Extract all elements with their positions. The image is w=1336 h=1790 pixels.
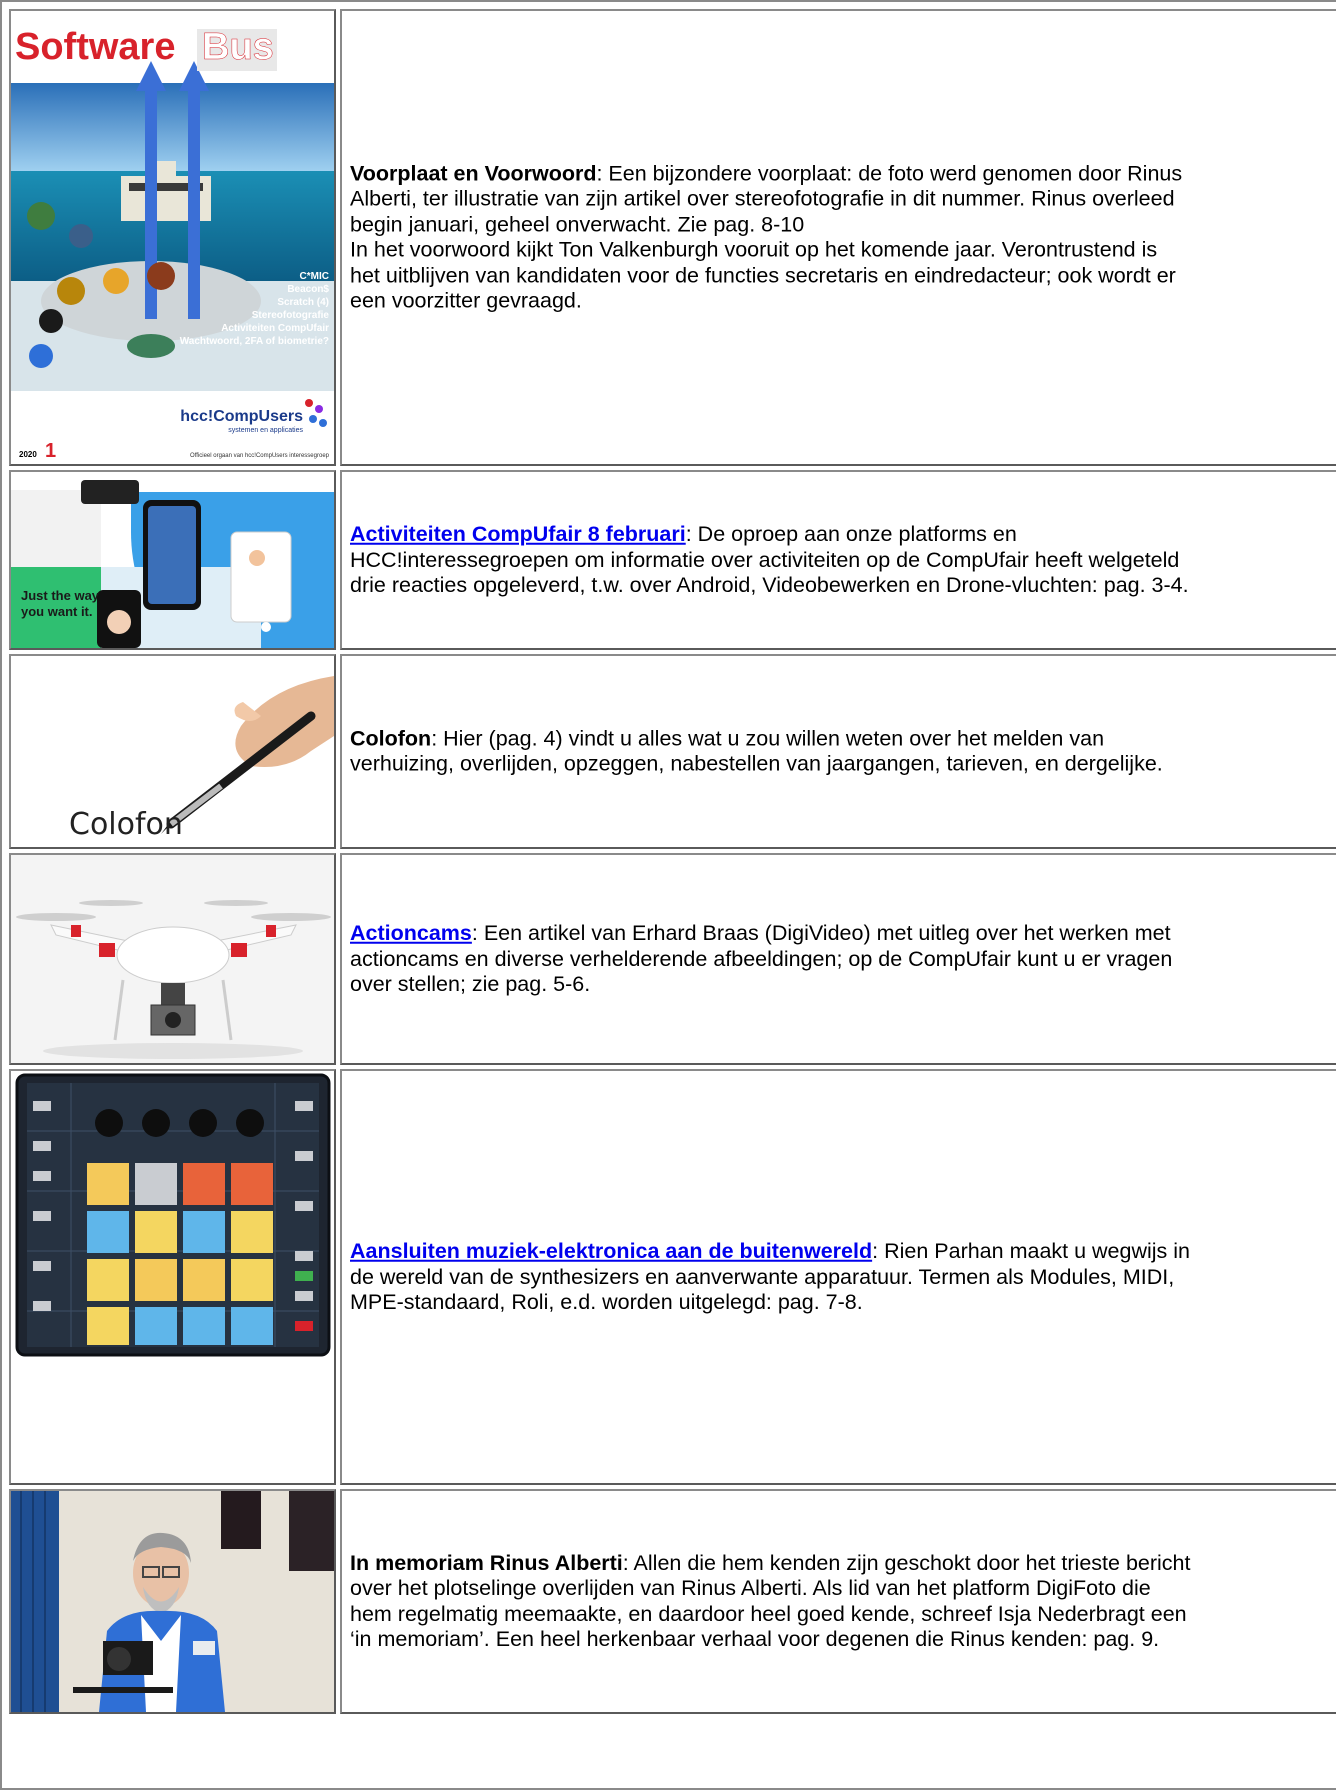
article-text-line: over het plotselinge overlijden van Rinu… [350, 1576, 1151, 1600]
table-row: In memoriam Rinus Alberti: Allen die hem… [9, 1489, 1336, 1714]
article-text-line: HCC!interessegroepen om informatie over … [350, 547, 1180, 572]
article-text-line: de wereld van de synthesizers en aanverw… [350, 1264, 1175, 1289]
cover-title-bus: Bus [202, 26, 274, 68]
article-title: Voorplaat en Voorwoord [350, 161, 597, 185]
table-row: Aansluiten muziek-elektronica aan de bui… [9, 1069, 1336, 1485]
articles-table: Software Bus C*MIC Beacon$ Scratch (4) S… [0, 0, 1336, 1790]
cover-topic: Beacon$ [287, 284, 329, 295]
synth-controller-image [11, 1071, 334, 1483]
cover-logo: hcc!CompUsers [180, 408, 303, 425]
article-description: Aansluiten muziek-elektronica aan de bui… [350, 1239, 1336, 1316]
table-row: Just the way you want it. Activiteiten C… [9, 470, 1336, 650]
article-text-line: over stellen; zie pag. 5-6. [350, 971, 591, 996]
cover-title: Software [15, 26, 175, 68]
article-text-line: begin januari, geheel onverwacht. Zie pa… [350, 212, 805, 236]
article-text-line: Rien Parhan maakt u wegwijs in [884, 1238, 1191, 1263]
android-promo-image: Just the way you want it. [11, 472, 334, 648]
article-text-line: Een bijzondere voorplaat: de foto werd g… [608, 161, 1183, 185]
article-image-cell [9, 1069, 336, 1485]
article-text-line: Allen die hem kenden zijn geschokt door … [633, 1550, 1191, 1575]
cover-topic: Activiteiten CompUfair [221, 323, 329, 334]
article-link[interactable]: Actioncams [350, 921, 472, 945]
rinus-alberti-photo [11, 1491, 334, 1712]
article-text-line: een voorzitter gevraagd. [350, 288, 582, 313]
article-text-line: ‘in memoriam’. Een heel herkenbaar verha… [350, 1627, 1160, 1651]
article-description: Colofon: Hier (pag. 4) vindt u alles wat… [350, 726, 1336, 777]
table-row: Actioncams: Een artikel van Erhard Braas… [9, 853, 1336, 1065]
colofon-handwriting: Colofon [69, 807, 183, 842]
article-image-cell [9, 1489, 336, 1714]
table-row: Software Bus C*MIC Beacon$ Scratch (4) S… [9, 9, 1336, 466]
magazine-cover-image: Software Bus C*MIC Beacon$ Scratch (4) S… [11, 11, 334, 464]
promo-tagline: you want it. [21, 604, 93, 619]
article-title: In memoriam Rinus Alberti [350, 1550, 623, 1575]
drone-image [11, 855, 334, 1063]
article-text-line: drie reacties opgeleverd, t.w. over Andr… [350, 572, 1189, 597]
article-text-line: De oproep aan onze platforms en [697, 521, 1017, 546]
table-row: Colofon Colofon: Hier (pag. 4) vindt u a… [9, 654, 1336, 849]
colofon-pen-image: Colofon [11, 656, 334, 847]
article-text-cell: Colofon: Hier (pag. 4) vindt u alles wat… [340, 654, 1336, 849]
article-image-cell: Colofon [9, 654, 336, 849]
cover-image-cell: Software Bus C*MIC Beacon$ Scratch (4) S… [9, 9, 336, 466]
article-text-line: verhuizing, overlijden, opzeggen, nabest… [350, 751, 1163, 776]
article-description: Voorplaat en Voorwoord: Een bijzondere v… [350, 161, 1336, 314]
article-link[interactable]: Aansluiten muziek-elektronica aan de bui… [350, 1239, 872, 1263]
article-text-cell: In memoriam Rinus Alberti: Allen die hem… [340, 1489, 1336, 1714]
article-image-cell [9, 853, 336, 1065]
article-text-line: Hier (pag. 4) vindt u alles wat u zou wi… [443, 726, 1105, 750]
article-text-line: Een artikel van Erhard Braas (DigiVideo)… [483, 920, 1171, 945]
article-description: Activiteiten CompUfair 8 februari: De op… [350, 522, 1336, 599]
cover-topic: C*MIC [300, 271, 329, 282]
article-image-cell: Just the way you want it. [9, 470, 336, 650]
article-text-line: Alberti, ter illustratie van zijn artike… [350, 186, 1175, 211]
cover-logo-subtitle: systemen en applicaties [228, 427, 303, 434]
article-text-line: In het voorwoord kijkt Ton Valkenburgh v… [350, 237, 1158, 262]
cover-issue-number: 1 [45, 440, 56, 462]
article-text-line: actioncams en diverse verhelderende afbe… [350, 946, 1173, 971]
article-text-cell: Activiteiten CompUfair 8 februari: De op… [340, 470, 1336, 650]
article-text-line: MPE-standaard, Roli, e.d. worden uitgele… [350, 1289, 863, 1314]
article-link[interactable]: Activiteiten CompUfair 8 februari [350, 522, 686, 546]
article-description: Actioncams: Een artikel van Erhard Braas… [350, 921, 1336, 998]
article-text-cell: Aansluiten muziek-elektronica aan de bui… [340, 1069, 1336, 1485]
cover-year: 2020 [19, 450, 37, 459]
promo-tagline: Just the way [21, 588, 100, 603]
article-text-line: hem regelmatig meemaakte, en daardoor he… [350, 1601, 1187, 1626]
article-description: In memoriam Rinus Alberti: Allen die hem… [350, 1551, 1336, 1653]
cover-footer: Officieel orgaan van hcc!CompUsers inter… [190, 453, 330, 459]
table-bottom-empty [9, 1718, 1336, 1784]
cover-topic: Stereofotografie [252, 310, 330, 321]
cover-topic: Wachtwoord, 2FA of biometrie? [180, 336, 329, 347]
article-title: Colofon [350, 726, 432, 750]
article-text-cell: Voorplaat en Voorwoord: Een bijzondere v… [340, 9, 1336, 466]
article-text-cell: Actioncams: Een artikel van Erhard Braas… [340, 853, 1336, 1065]
cover-topic: Scratch (4) [277, 297, 329, 308]
article-text-line: het uitblijven van kandidaten voor de fu… [350, 263, 1176, 287]
